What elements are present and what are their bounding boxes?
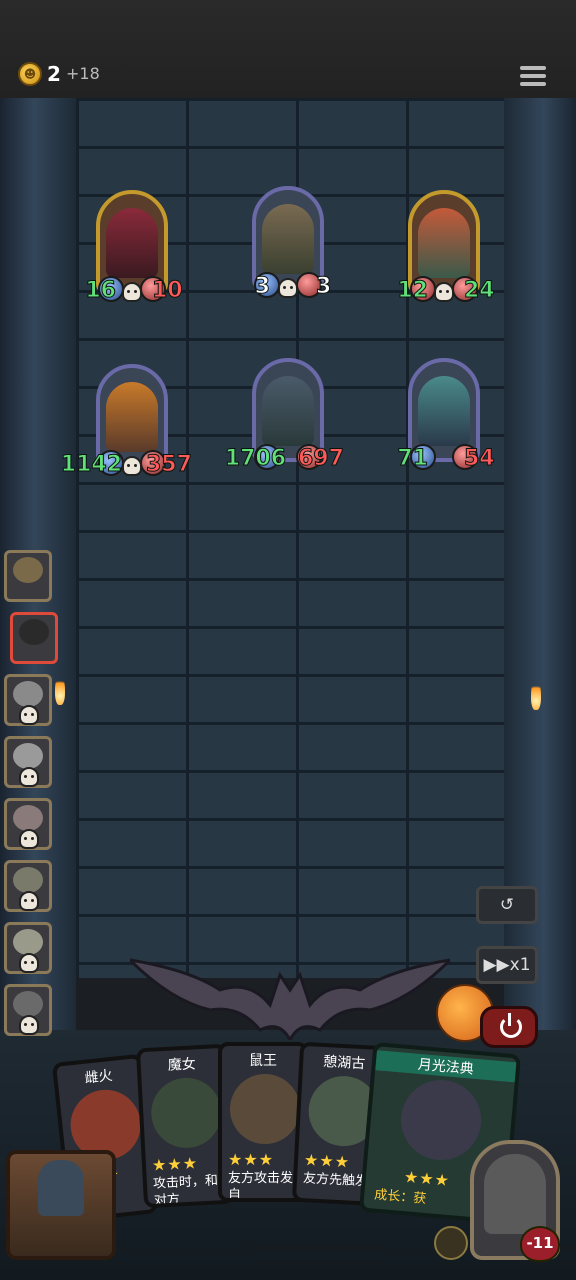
opponent-portrait-icon [13,743,43,769]
board-unit-ghost[interactable]: 71 54 [397,358,495,476]
board-unit-knight[interactable]: 1706 697 [224,358,344,476]
skull-icon [19,1015,39,1035]
unit-health: 697 [298,446,345,472]
torch-right-icon [531,680,541,710]
pumpkin-portrait-icon [106,382,158,452]
skull-icon [434,282,454,302]
card-stars: ★★★ [403,1167,451,1191]
queue-item-5[interactable] [4,922,52,974]
skull-icon [122,456,142,476]
unit-health: 3 [315,274,332,300]
skull-icon [278,278,298,298]
deck-chest-button[interactable] [6,1150,116,1260]
opponent-portrait-icon [13,867,43,893]
unit-health: 357 [146,452,193,478]
unit-health: 54 [464,446,496,472]
skull-icon [19,705,39,725]
skull-icon [19,953,39,973]
card-description: 友方攻击发自 [228,1171,294,1202]
opponent-portrait-icon [13,805,43,831]
card-name: 月光法典 [375,1050,517,1083]
knight-portrait-icon [262,376,314,446]
gold-amount: 2 [47,62,61,86]
rocket-portrait-icon [262,204,314,274]
unit-attack: 1142 [60,452,122,478]
medusa-portrait-icon [418,208,470,278]
unit-attack: 1706 [224,446,286,472]
unit-health: 10 [152,278,184,304]
spellbook-art-icon [397,1076,485,1164]
skull-icon [19,891,39,911]
queue-item-1[interactable] [4,674,52,726]
undo-icon: ↺ [499,895,515,915]
gold-income: +18 [66,64,100,83]
menu-icon[interactable] [520,66,546,90]
card-stars: ★★★ [303,1150,351,1172]
card-name: 魔女 [167,1056,197,1074]
opponent-portrait-icon [13,681,43,707]
unit-health: 24 [464,278,496,304]
end-turn-power-button[interactable] [480,1006,538,1048]
opponent-portrait-icon [13,991,43,1017]
unit-attack: 16 [85,278,117,304]
bat-emblem-icon [130,958,450,1040]
card-name: 雌火 [83,1067,114,1087]
skull-icon [122,282,142,302]
card-description: 攻击时，和对方 [152,1173,219,1209]
board-unit-rocket[interactable]: 3 3 [246,186,332,304]
ghost-portrait-icon [418,376,470,446]
gold-coin-icon: ☻ [18,62,42,86]
player-health: -11 [520,1226,560,1262]
cat-portrait-icon [13,557,43,583]
deck-portrait-icon [38,1160,84,1216]
game-screen: { "currency": {"amount": "2", "income": … [0,0,576,1280]
unit-attack: 71 [397,446,429,472]
card-art-icon [149,1076,224,1150]
top-bar: ☻ 2 +18 [0,0,576,101]
board-unit-rabbit-mask[interactable]: 16 10 [85,190,183,308]
witch-portrait-icon [19,619,49,645]
unit-attack: 3 [254,274,270,300]
queue-item-4[interactable] [4,860,52,912]
card-stars: ★★★ [151,1153,199,1175]
undo-button[interactable]: ↺ [476,886,538,924]
opponent-portrait-icon [13,929,43,955]
queue-item-witch[interactable] [10,612,58,664]
board-unit-pumpkin[interactable]: 1142 357 [60,364,192,482]
queue-item-3[interactable] [4,798,52,850]
queue-item-2[interactable] [4,736,52,788]
speed-button[interactable]: ▶▶x1 [476,946,538,984]
unit-attack: 12 [397,278,429,304]
rabbit-mask-portrait-icon [106,208,158,278]
cat-hero-icon [484,1154,546,1234]
card-art-icon [230,1074,300,1144]
skull-icon [19,829,39,849]
card-stars: ★★★ [228,1150,275,1169]
acorn-icon[interactable] [434,1226,468,1260]
queue-item-6[interactable] [4,984,52,1036]
board-unit-medusa[interactable]: 12 24 [397,190,495,308]
card-name: 鼠王 [249,1053,277,1069]
skull-icon [19,767,39,787]
torch-left-icon [55,675,65,705]
queue-item-cat[interactable] [4,550,52,602]
